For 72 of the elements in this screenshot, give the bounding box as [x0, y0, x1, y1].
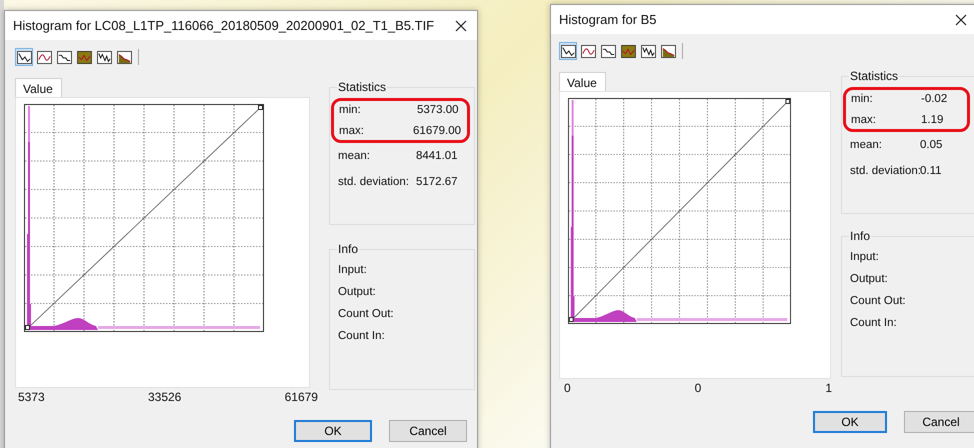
chart-style-button[interactable]	[639, 42, 657, 60]
line-graph-icon	[96, 50, 112, 64]
chart-style-button[interactable]	[75, 48, 93, 66]
stat-label: max:	[339, 125, 365, 137]
stat-value: 0.05	[920, 139, 942, 151]
group-title: Statistics	[337, 80, 388, 94]
filled-graph-icon	[116, 50, 132, 64]
axis-label: 0	[564, 381, 571, 395]
stat-label: min:	[339, 104, 362, 116]
group-title: Info	[337, 242, 360, 256]
info-label: Count In:	[338, 330, 386, 342]
chart-style-button[interactable]	[599, 42, 617, 60]
stat-label: max:	[851, 114, 877, 126]
line-graph-icon	[36, 50, 52, 64]
chart-style-button[interactable]	[619, 42, 637, 60]
info-label: Input:	[850, 251, 880, 263]
stat-value: 5172.67	[416, 176, 458, 188]
filled-graph-icon	[660, 44, 676, 58]
stat-label: std. deviation:	[850, 165, 920, 177]
stat-label: min:	[851, 93, 874, 105]
line-graph-icon	[580, 44, 596, 58]
line-graph-icon	[560, 44, 576, 58]
info-label: Count In:	[850, 317, 898, 329]
ok-button[interactable]: OK	[294, 420, 372, 442]
stat-value: 0.11	[920, 165, 942, 177]
chart-style-button[interactable]	[559, 42, 577, 60]
chart-style-button[interactable]	[15, 48, 33, 66]
chart-style-button[interactable]	[659, 42, 677, 60]
axis-label: 33526	[148, 390, 182, 404]
info-label: Count Out:	[850, 295, 907, 307]
info-label: Output:	[338, 286, 377, 298]
stat-value: 61679.00	[413, 125, 461, 137]
curve-handle[interactable]	[568, 317, 574, 322]
stat-label: mean:	[850, 139, 883, 151]
close-icon[interactable]	[955, 14, 967, 26]
line-graph-icon	[56, 50, 72, 64]
info-label: Output:	[850, 273, 889, 285]
chart-style-button[interactable]	[35, 48, 53, 66]
line-graph-icon	[640, 44, 656, 58]
stat-value: 5373.00	[417, 104, 459, 116]
chart-style-button[interactable]	[95, 48, 113, 66]
close-icon[interactable]	[455, 20, 467, 32]
axis-label: 5373	[18, 390, 45, 404]
filled-graph-icon	[76, 50, 92, 64]
axis-label: 1	[825, 381, 832, 395]
window-title: Histogram for LC08_L1TP_116066_20180509_20200901_02_T1_B5.TIF	[13, 18, 434, 33]
window-title: Histogram for B5	[559, 12, 657, 27]
value-tab[interactable]: Value	[15, 78, 62, 97]
chart-style-button[interactable]	[579, 42, 597, 60]
curve-handle[interactable]	[785, 99, 790, 104]
info-label: Input:	[338, 264, 368, 276]
stat-value: -0.02	[921, 93, 948, 105]
info-label: Count Out:	[338, 308, 395, 320]
axis-label: 61679	[284, 390, 318, 404]
stat-value: 8441.01	[416, 150, 458, 162]
axis-label: 0	[694, 381, 702, 395]
group-title: Info	[849, 229, 872, 243]
cancel-button[interactable]: Cancel	[389, 420, 467, 442]
curve-handle[interactable]	[258, 105, 263, 110]
cancel-button[interactable]: Cancel	[904, 411, 974, 433]
stat-label: mean:	[338, 150, 371, 162]
group-title: Statistics	[849, 69, 900, 83]
filled-graph-icon	[620, 44, 636, 58]
line-graph-icon	[16, 50, 32, 64]
chart-style-button[interactable]	[115, 48, 133, 66]
stat-label: std. deviation:	[338, 176, 410, 188]
curve-handle[interactable]	[25, 325, 30, 330]
value-tab[interactable]: Value	[559, 72, 606, 91]
ok-button[interactable]: OK	[813, 411, 887, 433]
chart-style-button[interactable]	[55, 48, 73, 66]
stat-value: 1.19	[921, 114, 944, 126]
line-graph-icon	[600, 44, 616, 58]
